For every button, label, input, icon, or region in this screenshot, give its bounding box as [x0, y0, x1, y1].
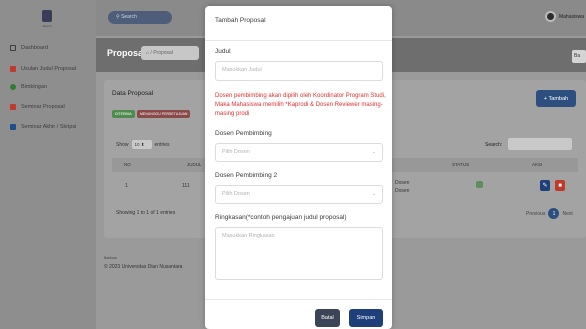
file-icon	[10, 66, 16, 72]
show-label: Show	[116, 141, 129, 148]
sidebar-item-label: Seminar Akhir / Skripsi	[21, 124, 77, 130]
edit-button[interactable]: ✎	[540, 180, 550, 191]
sidebar-item-seminar-proposal[interactable]: Seminar Proposal	[10, 104, 65, 110]
pagination: Previous 1 Next	[526, 208, 573, 219]
judul-placeholder: Masukkan Judul	[222, 67, 262, 73]
previous-button[interactable]: Previous	[526, 211, 545, 217]
ringkasan-textarea[interactable]: Masukkan Ringkasan	[215, 227, 383, 280]
trash-icon: ■	[558, 182, 562, 189]
status-check-icon	[476, 181, 483, 188]
sidebar-item-dashboard[interactable]: Dashboard	[10, 45, 48, 51]
badge-diterima[interactable]: DITERIMA	[112, 110, 135, 118]
batal-button[interactable]: Batal	[315, 309, 340, 327]
badge-menunggu[interactable]: MENUNGGU PERSETUJUAN	[137, 110, 191, 118]
avatar	[544, 11, 556, 22]
col-judul[interactable]: JUDUL	[187, 162, 202, 167]
sidebar-item-label: Usulan Judul Proposal	[21, 66, 77, 72]
chevron-down-icon: ⌄	[371, 191, 376, 197]
monitor-icon	[10, 45, 16, 51]
pembimbing2-select[interactable]: Pilih Dosen ⌄	[215, 185, 383, 204]
showing-text: Showing 1 to 1 of 1 entries	[116, 210, 176, 216]
table-search-input[interactable]	[508, 138, 572, 150]
app-logo-text: simpro	[42, 24, 52, 28]
page-title: Proposal	[107, 48, 146, 58]
sidebar-item-seminar-akhir[interactable]: Seminar Akhir / Skripsi	[10, 124, 76, 130]
user-menu[interactable]: Mahasiswa	[544, 11, 584, 22]
search-placeholder: Search	[121, 14, 137, 20]
sidebar-item-bimbingan[interactable]: Bimbingan	[10, 84, 47, 90]
page-button[interactable]: 1	[548, 208, 560, 219]
app-logo[interactable]	[42, 10, 52, 22]
simpan-button[interactable]: Simpan	[349, 309, 383, 327]
corner-button[interactable]: Ba	[572, 50, 586, 63]
search-input[interactable]: ⚲ Search	[108, 11, 172, 24]
cell-no: 1	[125, 183, 128, 189]
col-status[interactable]: STATUS	[452, 162, 469, 167]
judul-label: Judul	[215, 48, 231, 55]
sidebar-item-usulan-judul[interactable]: Usulan Judul Proposal	[10, 66, 76, 72]
sidebar-item-label: Seminar Proposal	[21, 104, 65, 110]
col-aksi[interactable]: AKSI	[532, 162, 542, 167]
next-button[interactable]: Next	[562, 211, 572, 217]
ringkasan-label: Ringkasan(*contoh pengajuan judul propos…	[215, 214, 347, 221]
tambah-proposal-modal: Tambah Proposal Judul Masukkan Judul Dos…	[205, 6, 392, 329]
pembimbing-value: Pilih Dosen	[222, 149, 250, 155]
delete-button[interactable]: ■	[555, 180, 565, 191]
entries-label: entries	[154, 141, 170, 148]
tambah-button[interactable]: + Tambah	[536, 90, 576, 107]
modal-title: Tambah Proposal	[215, 17, 266, 24]
pembimbing2-value: Pilih Dosen	[222, 191, 250, 197]
pencil-icon: ✎	[542, 183, 548, 189]
entries-select[interactable]: 10 ⬍	[131, 140, 152, 149]
pin-icon	[10, 84, 16, 90]
card-title: Data Proposal	[112, 90, 154, 97]
pembimbing2-label: Dosen Pembimbing 2	[215, 172, 278, 179]
breadcrumb-current: Proposal	[153, 50, 173, 56]
sidebar-item-label: Bimbingan	[21, 84, 47, 90]
cell-dosen-2: Dosen	[395, 188, 410, 194]
cell-dosen-1: Dosen	[395, 180, 410, 186]
pembimbing-label: Dosen Pembimbing	[215, 130, 272, 137]
table-search-label: Search:	[485, 142, 503, 148]
breadcrumb[interactable]: ⌂ / Proposal	[141, 46, 199, 60]
sidebar-item-label: Dashboard	[21, 45, 48, 51]
judul-input[interactable]: Masukkan Judul	[215, 61, 383, 81]
footer-copyright: © 2023 Universitas Dian Nusantara	[104, 264, 183, 270]
dosen-note: Dosen pembimbing akan dipilih oleh Koord…	[215, 93, 386, 117]
modal-footer-divider	[205, 299, 392, 300]
modal-divider	[205, 40, 392, 41]
show-entries: Show 10 ⬍ entries	[116, 140, 170, 149]
chevron-down-icon: ⌄	[371, 149, 376, 155]
pembimbing-select[interactable]: Pilih Dosen ⌄	[215, 143, 383, 162]
list-icon	[10, 124, 16, 130]
col-no[interactable]: NO	[124, 162, 131, 167]
user-name: Mahasiswa	[558, 13, 584, 20]
cell-judul: 111	[182, 183, 190, 189]
footer-help[interactable]: Bantuan	[104, 256, 117, 260]
book-icon	[10, 104, 16, 110]
ringkasan-placeholder: Masukkan Ringkasan	[222, 233, 275, 239]
